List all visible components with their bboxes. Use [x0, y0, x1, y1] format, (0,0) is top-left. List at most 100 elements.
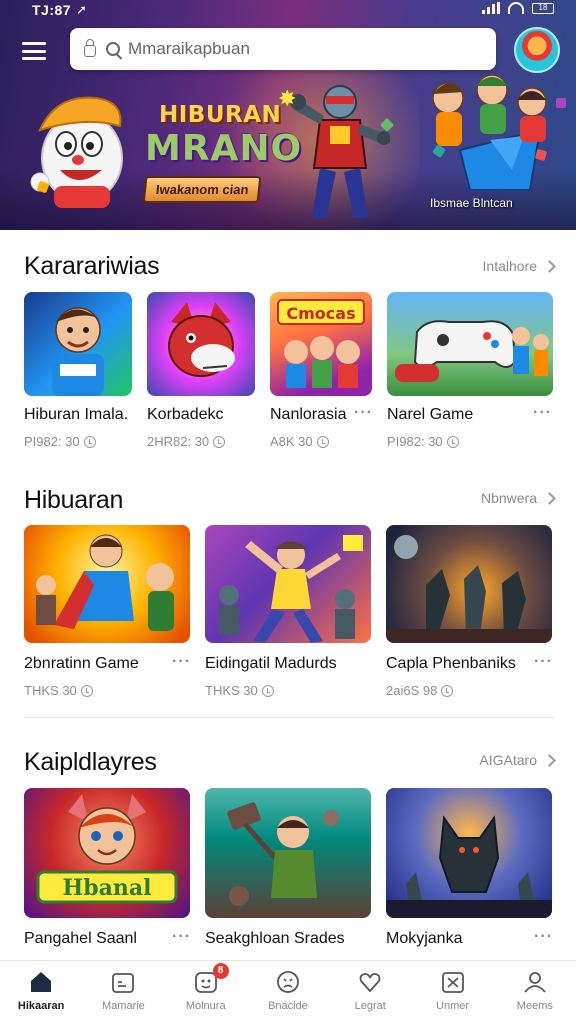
hero-title: HIBURAN MRANO [145, 104, 302, 167]
game-thumbnail: Hbanal [24, 788, 190, 918]
svg-text:Hbanal: Hbanal [62, 875, 151, 901]
game-thumbnail [147, 292, 255, 396]
nav-item-social[interactable]: Bnacide [247, 961, 329, 1024]
game-card[interactable]: Cmocas Nanlorasia ··· A8K 30 [270, 292, 380, 460]
clock-icon [446, 435, 459, 448]
game-thumbnail: Cmocas [270, 292, 372, 396]
game-meta-text: THKS 30 [24, 683, 77, 698]
search-icon [106, 42, 120, 56]
nav-item-calendar[interactable]: Mamarie [82, 961, 164, 1024]
section-entertainment: Hibuaran Nbnwera 2bnratinn Game ··· THKS… [0, 470, 576, 718]
more-options-icon[interactable]: ··· [172, 653, 191, 671]
game-card[interactable]: Capla Phenbaniks ··· 2ai6S 98 [386, 525, 554, 703]
avatar[interactable] [514, 27, 560, 73]
nav-label: Unmer [436, 1000, 470, 1012]
search-bar[interactable] [70, 28, 496, 70]
fighter-illustration [290, 85, 390, 218]
game-meta-text: THKS 30 [205, 683, 258, 698]
hero-kids-illustration [36, 534, 174, 631]
more-options-icon[interactable]: ··· [534, 928, 553, 946]
hero-title-line2: MRANO [145, 128, 303, 169]
wifi-icon [508, 2, 524, 14]
nav-label: Molnura [185, 1000, 226, 1012]
game-meta: 2ai6S 98 [386, 683, 454, 698]
game-card[interactable]: Hbanal Pangahel Saanl ··· [24, 788, 192, 958]
hero-subtitle: Iwakanom cian [142, 176, 262, 203]
clock-icon [213, 435, 226, 448]
game-card[interactable]: Hiburan Imala. PI982: 30 [24, 292, 134, 460]
nav-label: Mamarie [102, 1000, 145, 1012]
face-icon [277, 971, 299, 993]
mascot-illustration [30, 96, 123, 208]
close-box-icon [441, 972, 464, 993]
section-category: Kararariwias Intalhore Hiburan Imala. PI… [0, 230, 576, 470]
game-thumbnail [205, 788, 371, 918]
see-more-label: Intalhore [482, 258, 537, 274]
see-more-link[interactable]: Intalhore [482, 258, 556, 274]
game-card[interactable]: Korbadekc 2HR82: 30 [147, 292, 257, 460]
bottom-navigation: Hikaaran Mamarie 8 Molnura Bnacide Legra… [0, 960, 576, 1024]
see-more-link[interactable]: AIGAtaro [479, 752, 556, 768]
cat-kid-illustration: Hbanal [36, 794, 178, 904]
profile-icon [524, 972, 546, 993]
game-title: Pangahel Saanl [24, 930, 137, 947]
game-thumbnail [205, 525, 371, 643]
more-options-icon[interactable]: ··· [534, 653, 553, 671]
clock-icon [83, 435, 96, 448]
more-options-icon[interactable]: ··· [533, 404, 552, 422]
game-title: Capla Phenbaniks [386, 655, 516, 672]
kids-illustration [432, 74, 547, 190]
chevron-right-icon [543, 753, 556, 767]
game-title: Hiburan Imala. [24, 406, 129, 423]
chevron-right-icon [543, 259, 556, 273]
lock-icon [84, 39, 96, 57]
notification-badge: 8 [212, 963, 229, 979]
game-card[interactable]: Narel Game ··· PI982: 30 [387, 292, 555, 460]
battle-illustration [386, 535, 552, 643]
nav-item-close[interactable]: Unmer [411, 961, 493, 1024]
fighter-illustration [219, 535, 363, 643]
chevron-right-icon [543, 491, 556, 505]
game-meta: A8K 30 [270, 434, 329, 449]
signal-icon [482, 2, 500, 14]
game-thumbnail [387, 292, 553, 396]
clock-icon [80, 684, 93, 697]
nav-label: Legrat [354, 1000, 386, 1012]
clock-icon [261, 684, 274, 697]
section-title: Kararariwias [24, 252, 160, 280]
menu-icon[interactable] [22, 40, 48, 62]
home-icon [31, 972, 52, 992]
search-input[interactable] [128, 39, 458, 59]
warrior-illustration [227, 802, 339, 906]
boy-illustration [52, 307, 104, 396]
game-meta-text: PI982: 30 [387, 434, 443, 449]
nav-item-home[interactable]: Hikaaran [0, 961, 82, 1024]
game-card[interactable]: Seakghloan Srades [205, 788, 373, 958]
confetti [556, 98, 566, 108]
nav-item-favorites[interactable]: Legrat [329, 961, 411, 1024]
hero-banner[interactable]: TJ:87 ➚ 18 HIBURAN MRANO Iwakanom cian [0, 0, 576, 230]
game-card[interactable]: Eidingatil Madurds THKS 30 [205, 525, 373, 703]
kids-illustration: Cmocas [277, 299, 365, 388]
nav-item-profile[interactable]: Meems [494, 961, 576, 1024]
nav-label: Bnacide [268, 1000, 308, 1012]
status-time: TJ:87 [32, 2, 72, 18]
game-meta-text: 2HR82: 30 [147, 434, 210, 449]
more-options-icon[interactable]: ··· [172, 928, 191, 946]
battery-icon: 18 [532, 2, 554, 14]
see-more-link[interactable]: Nbnwera [481, 490, 556, 506]
calendar-icon [112, 973, 135, 993]
nav-item-messages[interactable]: 8 Molnura [165, 961, 247, 1024]
svg-text:Cmocas: Cmocas [286, 304, 355, 323]
game-meta: 2HR82: 30 [147, 434, 226, 449]
game-thumbnail [386, 788, 552, 918]
status-bar: TJ:87 ➚ 18 [0, 0, 576, 22]
more-options-icon[interactable]: ··· [354, 404, 373, 422]
game-title: Nanlorasia [270, 406, 347, 423]
hero-caption: Ibsmae Blntcan [430, 196, 513, 210]
game-title: Korbadekc [147, 406, 224, 423]
game-meta: PI982: 30 [387, 434, 459, 449]
game-card[interactable]: Mokyjanka ··· [386, 788, 554, 958]
game-card[interactable]: 2bnratinn Game ··· THKS 30 [24, 525, 192, 703]
game-title: Narel Game [387, 406, 474, 423]
